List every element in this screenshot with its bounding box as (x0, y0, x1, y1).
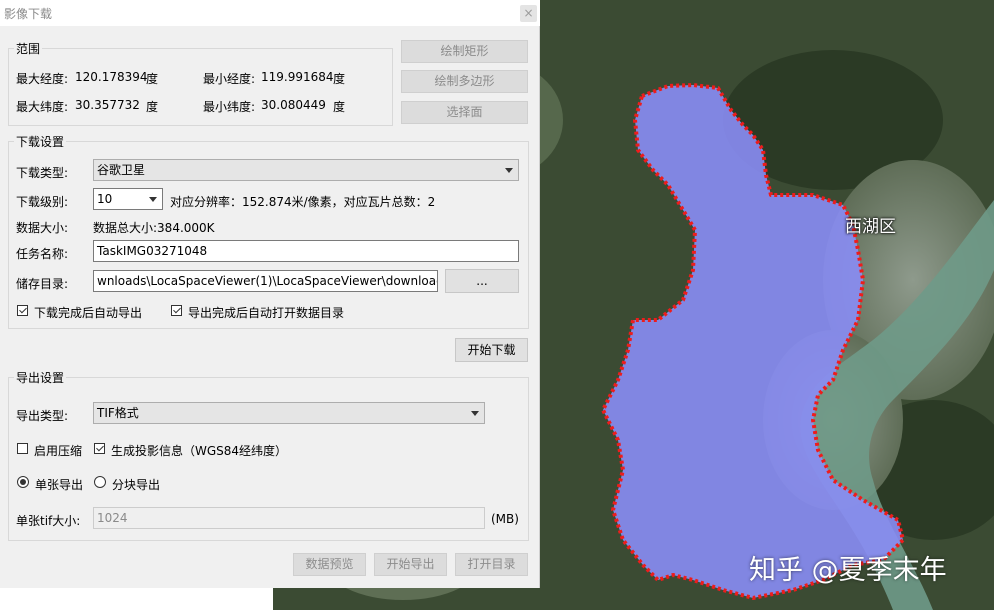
select-face-button[interactable]: 选择面 (401, 101, 528, 124)
browse-button[interactable]: ... (445, 269, 519, 293)
save-dir-label: 储存目录: (16, 277, 69, 291)
data-size-value: 数据总大小:384.000K (93, 221, 215, 235)
save-dir-input[interactable]: wnloads\LocaSpaceViewer(1)\LocaSpaceView… (93, 270, 438, 292)
start-download-button[interactable]: 开始下载 (455, 338, 528, 362)
min-lat-value: 30.080449 (261, 98, 326, 112)
auto-open-checkbox[interactable] (171, 305, 182, 316)
download-level-value: 10 (97, 192, 113, 206)
auto-open-label[interactable]: 导出完成后自动打开数据目录 (188, 304, 344, 321)
resolution-info: 对应分辨率：152.874米/像素，对应瓦片总数：2 (170, 195, 436, 209)
min-lat-label: 最小纬度: (203, 100, 256, 114)
compress-checkbox[interactable] (17, 443, 28, 454)
max-lon-value: 120.178394 (75, 70, 148, 84)
auto-export-label[interactable]: 下载完成后自动导出 (34, 304, 142, 321)
draw-polygon-button[interactable]: 绘制多边形 (401, 70, 528, 93)
max-lat-value: 30.357732 (75, 98, 140, 112)
chevron-down-icon (505, 168, 513, 173)
task-name-label: 任务名称: (16, 247, 69, 261)
export-type-select[interactable]: TIF格式 (93, 402, 485, 424)
max-lon-unit: 度 (146, 72, 159, 86)
download-level-label: 下载级别: (16, 195, 69, 209)
projection-label[interactable]: 生成投影信息（WGS84经纬度） (111, 442, 287, 459)
min-lat-unit: 度 (333, 100, 346, 114)
draw-rectangle-button[interactable]: 绘制矩形 (401, 40, 528, 63)
tiled-export-radio[interactable] (94, 476, 106, 488)
min-lon-label: 最小经度: (203, 72, 256, 86)
range-group-title: 范围 (14, 40, 43, 57)
download-level-select[interactable]: 10 (93, 188, 163, 210)
tif-size-unit: (MB) (491, 512, 519, 526)
data-preview-button[interactable]: 数据预览 (293, 553, 366, 576)
start-export-button[interactable]: 开始导出 (374, 553, 447, 576)
auto-export-checkbox[interactable] (17, 305, 28, 316)
chevron-down-icon (149, 197, 157, 202)
tiled-export-label[interactable]: 分块导出 (112, 476, 160, 493)
window-title: 影像下载 (4, 7, 53, 21)
download-type-label: 下载类型: (16, 166, 69, 180)
max-lon-label: 最大经度: (16, 72, 69, 86)
export-type-value: TIF格式 (97, 406, 139, 420)
compress-label[interactable]: 启用压缩 (34, 442, 82, 459)
single-export-radio[interactable] (17, 476, 29, 488)
tif-size-input[interactable]: 1024 (93, 507, 485, 529)
task-name-input[interactable]: TaskIMG03271048 (93, 240, 519, 262)
data-size-label: 数据大小: (16, 221, 69, 235)
image-download-dialog: 影像下载 × 范围 最大经度: 120.178394 度 最小经度: 119.9… (0, 0, 540, 588)
max-lat-label: 最大纬度: (16, 100, 69, 114)
district-label: 西湖区 (845, 217, 896, 237)
close-icon[interactable]: × (520, 5, 537, 22)
title-bar[interactable]: 影像下载 × (0, 0, 540, 26)
export-type-label: 导出类型: (16, 409, 69, 423)
download-settings-title: 下载设置 (14, 133, 67, 150)
chevron-down-icon (471, 411, 479, 416)
single-export-label[interactable]: 单张导出 (35, 476, 83, 493)
max-lat-unit: 度 (146, 100, 159, 114)
open-directory-button[interactable]: 打开目录 (455, 553, 528, 576)
projection-checkbox[interactable] (94, 443, 105, 454)
min-lon-value: 119.991684 (261, 70, 334, 84)
tif-size-label: 单张tif大小: (16, 514, 81, 528)
watermark-text: 知乎 @夏季末年 (749, 555, 947, 586)
min-lon-unit: 度 (333, 72, 346, 86)
download-type-select[interactable]: 谷歌卫星 (93, 159, 519, 181)
download-type-value: 谷歌卫星 (97, 163, 146, 177)
export-settings-title: 导出设置 (14, 369, 67, 386)
